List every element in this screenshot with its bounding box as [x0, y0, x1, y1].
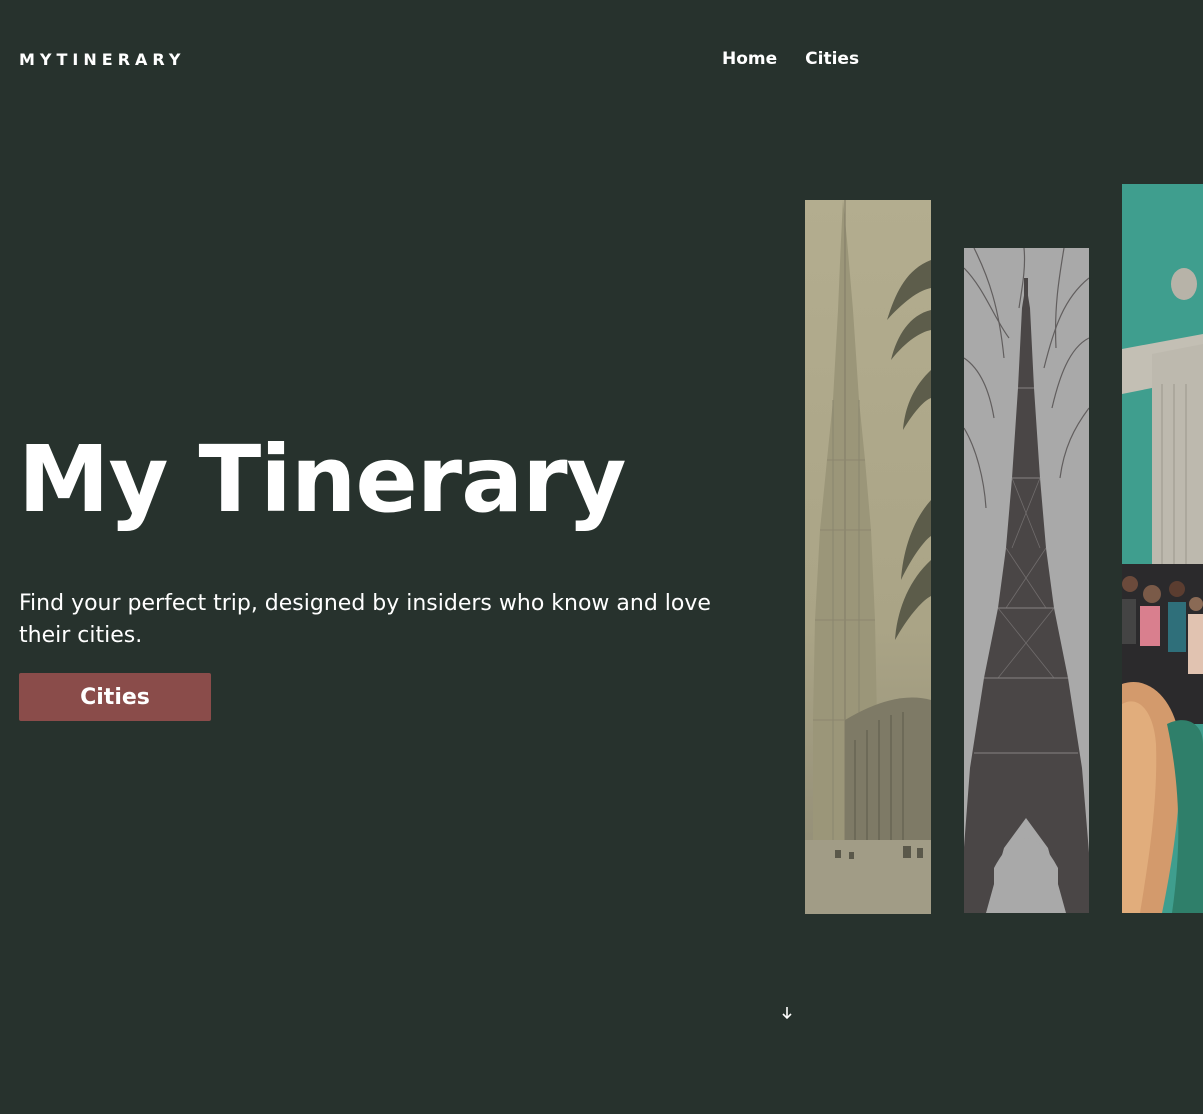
gallery-image-dubai [805, 200, 931, 914]
main-nav: Home Cities [722, 49, 859, 69]
cities-cta-button[interactable]: Cities [19, 673, 211, 721]
brand-logo[interactable]: MYTINERARY [19, 50, 185, 69]
hero-subtitle: Find your perfect trip, designed by insi… [19, 591, 711, 648]
hero-title: My Tinerary [18, 426, 627, 533]
nav-cities-link[interactable]: Cities [805, 49, 859, 69]
gallery-image-rio [1122, 184, 1203, 913]
landing-page: MYTINERARY Home Cities My Tinerary Find … [0, 0, 1203, 1114]
gallery-image-paris [964, 248, 1089, 913]
nav-home-link[interactable]: Home [722, 49, 777, 69]
arrow-down-icon[interactable] [780, 1004, 794, 1022]
